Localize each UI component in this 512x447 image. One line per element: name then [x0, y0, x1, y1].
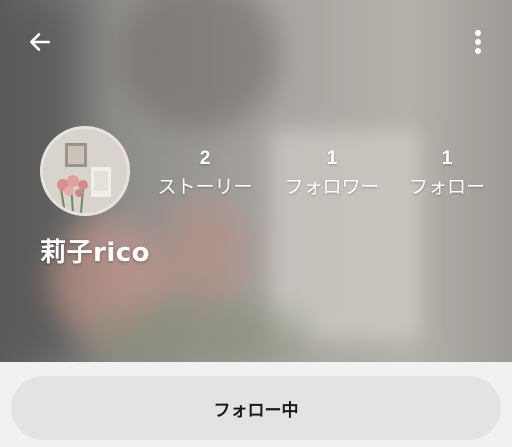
more-vertical-icon [475, 30, 481, 54]
stories-stat[interactable]: 2 ストーリー [150, 146, 260, 202]
followers-count: 1 [326, 148, 338, 169]
profile-name: 莉子rico [40, 238, 151, 268]
action-bar: フォロー中 [0, 362, 512, 447]
stories-label: ストーリー [157, 176, 253, 198]
arrow-left-icon [30, 33, 50, 51]
background-blur [120, 0, 280, 130]
followers-stat[interactable]: 1 フォロワー [276, 146, 388, 202]
following-button[interactable]: フォロー中 [11, 376, 501, 440]
more-options-button[interactable] [462, 22, 494, 62]
back-button[interactable] [20, 22, 60, 62]
stories-count: 2 [199, 148, 211, 169]
followers-label: フォロワー [284, 176, 380, 198]
profile-header: 2 ストーリー 1 フォロワー 1 フォロー 莉子rico [0, 0, 512, 362]
avatar-image [43, 129, 127, 213]
following-stat[interactable]: 1 フォロー [402, 146, 492, 202]
following-count: 1 [441, 148, 453, 169]
background-blur [160, 200, 250, 310]
following-label: フォロー [408, 176, 485, 198]
background-blur [80, 300, 310, 362]
avatar[interactable] [40, 126, 130, 216]
